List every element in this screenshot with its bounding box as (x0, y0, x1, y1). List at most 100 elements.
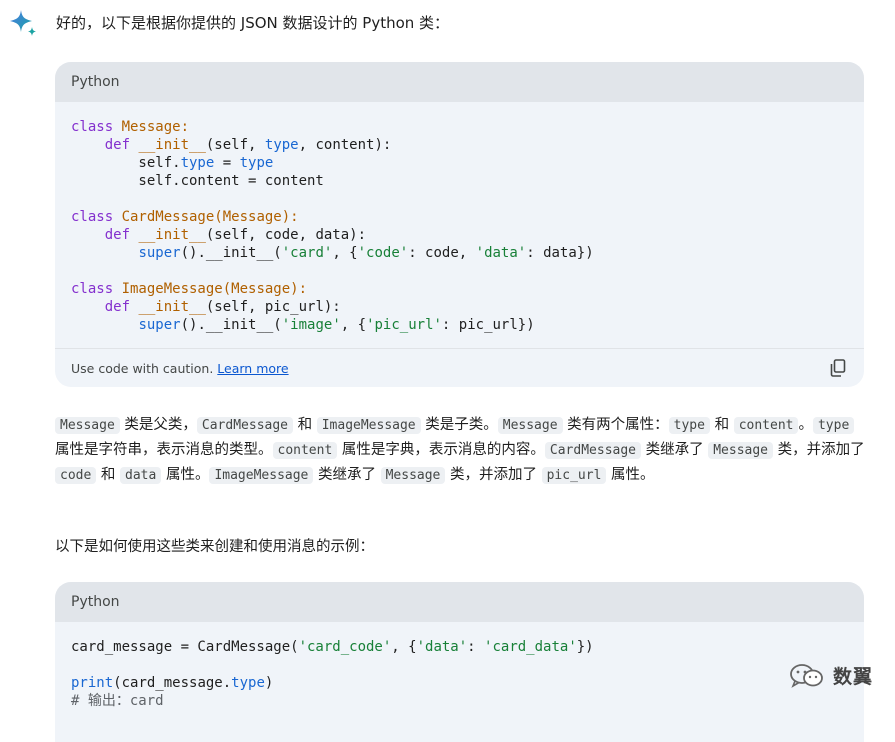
code-token: : code, (408, 245, 476, 261)
inline-code: CardMessage (544, 442, 641, 459)
code-line: # 输出：card (71, 692, 848, 710)
code-token: = (214, 155, 240, 171)
code-token: print (71, 675, 114, 691)
code-token: type (264, 137, 299, 153)
code-token: super (138, 245, 181, 261)
code-token: def (104, 227, 139, 243)
code-line: print(card_message.type) (71, 674, 848, 692)
code-line: super().__init__('card', {'code': code, … (71, 244, 848, 262)
code-token: 'card_data' (484, 639, 577, 655)
code-token: type (239, 155, 274, 171)
paragraph-text: 类，并添加了 (445, 467, 542, 483)
code-line: card_message = CardMessage('card_code', … (71, 638, 848, 656)
copy-code-button[interactable] (828, 358, 848, 378)
code-token: self.content = content (71, 173, 324, 189)
code-token: type (231, 675, 265, 691)
code-token: 'data' (475, 245, 527, 261)
paragraph-text: 和 (293, 417, 317, 433)
paragraph-text: 类是父类， (119, 417, 197, 433)
code-line: class CardMessage(Message): (71, 208, 848, 226)
code-token: __init__ (138, 137, 206, 153)
paragraph-text: 属性。 (161, 467, 210, 483)
code-token: : pic_url}) (441, 317, 535, 333)
code-language-label: Python (55, 62, 864, 102)
code-token: , { (332, 245, 358, 261)
inline-code: content (272, 442, 338, 459)
paragraph-text: 和 (96, 467, 121, 483)
code-token: : (467, 639, 485, 655)
code-line: self.type = type (71, 154, 848, 172)
caution-text: Use code with caution. Learn more (71, 361, 289, 376)
code-language-label: Python (55, 582, 864, 622)
inline-code: Message (708, 442, 774, 459)
code-line: class Message: (71, 118, 848, 136)
explanation-paragraph: Message 类是父类， CardMessage 和 ImageMessage … (55, 413, 867, 488)
code-token: 'image' (281, 317, 341, 333)
code-token: super (138, 317, 181, 333)
usage-intro: 以下是如何使用这些类来创建和使用消息的示例： (55, 539, 374, 555)
code-token: ().__init__( (180, 245, 282, 261)
inline-code: data (120, 467, 162, 484)
inline-code: code (55, 467, 97, 484)
code-token: (self, code, data): (205, 227, 367, 243)
code-content: card_message = CardMessage('card_code', … (55, 622, 864, 724)
wechat-icon (790, 663, 823, 688)
inline-code: ImageMessage (316, 417, 421, 434)
code-token: , content): (298, 137, 392, 153)
code-line: self.content = content (71, 172, 848, 190)
code-token: 'data' (416, 639, 468, 655)
code-token: Message: (121, 119, 190, 135)
inline-code: Message (380, 467, 446, 484)
paragraph-text: 类继承了 (313, 467, 381, 483)
code-token: (self, (205, 137, 265, 153)
learn-more-link[interactable]: Learn more (217, 361, 288, 376)
watermark-text: 数翼 (832, 666, 873, 688)
code-line: super().__init__('image', {'pic_url': pi… (71, 316, 848, 334)
code-token: class (71, 119, 122, 135)
code-token: card_message = CardMessage( (71, 639, 299, 655)
inline-code: ImageMessage (209, 467, 314, 484)
code-token: 'code' (357, 245, 409, 261)
paragraph-text: 类是子类。 (420, 417, 498, 433)
code-line: def __init__(self, type, content): (71, 136, 848, 154)
code-token: ) (264, 675, 274, 691)
code-token: 'card' (281, 245, 333, 261)
watermark: 数翼 (789, 662, 873, 689)
paragraph-text: 类有两个属性： (562, 417, 669, 433)
code-token: CardMessage(Message): (121, 209, 299, 225)
code-line: class ImageMessage(Message): (71, 280, 848, 298)
sparkle-icon (10, 10, 36, 36)
paragraph-text: 类，并添加了 (773, 442, 865, 458)
code-token: (card_message. (113, 675, 232, 691)
paragraph-text: 。 (798, 417, 813, 433)
code-line: def __init__(self, code, data): (71, 226, 848, 244)
code-token: class (71, 281, 122, 297)
inline-code: type (668, 417, 710, 434)
inline-code: content (733, 417, 799, 434)
code-line: def __init__(self, pic_url): (71, 298, 848, 316)
paragraph-text: 属性。 (606, 467, 655, 483)
inline-code: CardMessage (196, 417, 293, 434)
code-token: (self, pic_url): (205, 299, 341, 315)
code-token: }) (576, 639, 594, 655)
paragraph-text: 类继承了 (641, 442, 709, 458)
code-token: def (104, 299, 139, 315)
inline-code: type (812, 417, 855, 434)
code-token: ().__init__( (180, 317, 282, 333)
code-block-1: Python class Message: def __init__(self,… (55, 62, 864, 387)
code-token: 'card_code' (298, 639, 392, 655)
code-token: , { (391, 639, 417, 655)
caution-label: Use code with caution. (71, 360, 214, 376)
inline-code: Message (497, 417, 563, 434)
paragraph-text: 属性是字典，表示消息的内容。 (337, 442, 545, 458)
response-intro: 好的，以下是根据你提供的 JSON 数据设计的 Python 类： (8, 8, 449, 38)
code-token: __init__ (138, 227, 206, 243)
code-token: 'pic_url' (366, 317, 442, 333)
